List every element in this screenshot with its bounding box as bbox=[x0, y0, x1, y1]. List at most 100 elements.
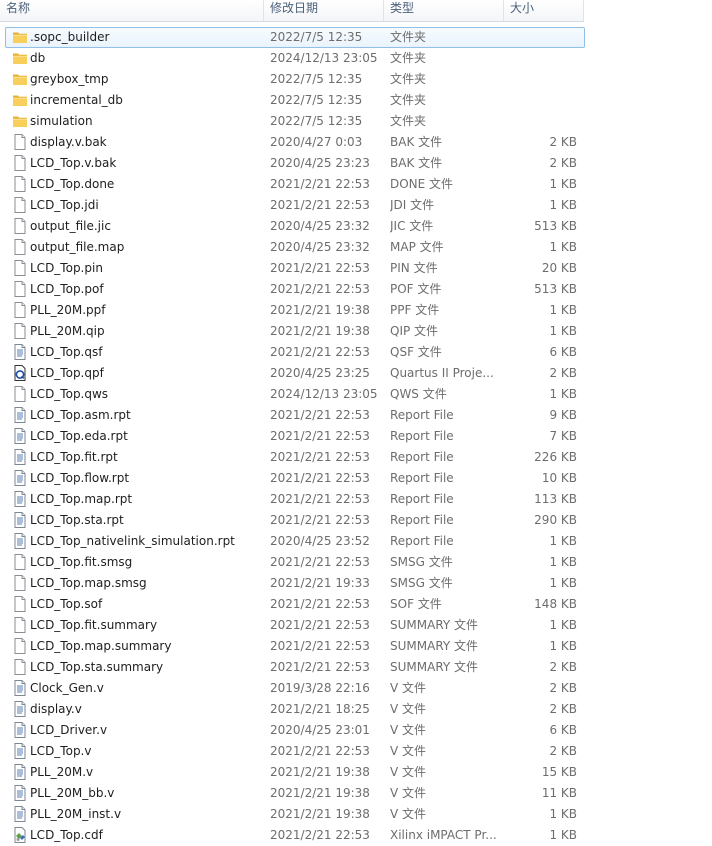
file-row[interactable]: LCD_Top.pin 2021/2/21 22:53 PIN 文件 20 KB bbox=[5, 258, 585, 279]
file-name: LCD_Top.map.smsg bbox=[30, 576, 147, 590]
file-row[interactable]: output_file.jic 2020/4/25 23:32 JIC 文件 513 … bbox=[5, 216, 585, 237]
file-size bbox=[506, 70, 577, 89]
text-file-icon bbox=[12, 743, 28, 759]
file-date: 2021/2/21 22:53 bbox=[270, 345, 370, 359]
column-header-name[interactable]: 名称 bbox=[0, 0, 264, 21]
file-type: BAK 文件 bbox=[390, 135, 443, 149]
file-row[interactable]: LCD_Top.asm.rpt 2021/2/21 22:53 Report Fil… bbox=[5, 405, 585, 426]
file-row[interactable]: LCD_Top.sta.rpt 2021/2/21 22:53 Report Fil… bbox=[5, 510, 585, 531]
file-row[interactable]: display.v.bak 2020/4/27 0:03 BAK 文件 2 KB bbox=[5, 132, 585, 153]
file-row[interactable]: PLL_20M.ppf 2021/2/21 19:38 PPF 文件 1 KB bbox=[5, 300, 585, 321]
file-icon bbox=[12, 617, 28, 633]
file-row[interactable]: LCD_Driver.v 2020/4/25 23:01 V 文件 6 KB bbox=[5, 720, 585, 741]
file-size: 1 KB bbox=[549, 828, 577, 842]
file-type: MAP 文件 bbox=[390, 240, 444, 254]
file-date: 2021/2/21 19:38 bbox=[270, 807, 370, 821]
file-row[interactable]: LCD_Top.flow.rpt 2021/2/21 22:53 Report Fi… bbox=[5, 468, 585, 489]
file-row[interactable]: LCD_Top_nativelink_simulation.rpt 2020/4/… bbox=[5, 531, 585, 552]
file-date: 2022/7/5 12:35 bbox=[270, 30, 363, 44]
file-date: 2021/2/21 22:53 bbox=[270, 639, 370, 653]
file-type: DONE 文件 bbox=[390, 177, 454, 191]
column-header-date[interactable]: 修改日期 bbox=[264, 0, 384, 21]
file-row[interactable]: LCD_Top.qsf 2021/2/21 22:53 QSF 文件 6 KB bbox=[5, 342, 585, 363]
file-type: Report File bbox=[390, 513, 454, 527]
file-date: 2020/4/27 0:03 bbox=[270, 135, 363, 149]
folder-row[interactable]: .sopc_builder 2022/7/5 12:35 文件夹 bbox=[5, 27, 585, 48]
file-row[interactable]: LCD_Top.v.bak 2020/4/25 23:23 BAK 文件 2 KB bbox=[5, 153, 585, 174]
file-date: 2021/2/21 22:53 bbox=[270, 744, 370, 758]
file-row[interactable]: LCD_Top.map.summary 2021/2/21 22:53 SUMMAR… bbox=[5, 636, 585, 657]
file-icon bbox=[12, 260, 28, 276]
file-size: 148 KB bbox=[534, 597, 577, 611]
file-row[interactable]: Clock_Gen.v 2019/3/28 22:16 V 文件 2 KB bbox=[5, 678, 585, 699]
column-header-size[interactable]: 大小 bbox=[504, 0, 584, 21]
file-size: 11 KB bbox=[541, 786, 577, 800]
file-row[interactable]: PLL_20M.qip 2021/2/21 19:38 QIP 文件 1 KB bbox=[5, 321, 585, 342]
file-date: 2021/2/21 22:53 bbox=[270, 282, 370, 296]
file-date: 2021/2/21 22:53 bbox=[270, 471, 370, 485]
file-name: LCD_Top.v bbox=[30, 744, 92, 758]
file-row[interactable]: LCD_Top.pof 2021/2/21 22:53 POF 文件 513 KB bbox=[5, 279, 585, 300]
file-type: V 文件 bbox=[390, 681, 427, 695]
file-date: 2021/2/21 18:25 bbox=[270, 702, 370, 716]
text-file-icon bbox=[12, 785, 28, 801]
file-name: output_file.map bbox=[30, 240, 125, 254]
file-icon bbox=[12, 659, 28, 675]
file-size bbox=[506, 49, 577, 68]
file-row[interactable]: LCD_Top.qws 2024/12/13 23:05 QWS 文件 1 KB bbox=[5, 384, 585, 405]
file-type: JDI 文件 bbox=[390, 198, 435, 212]
file-row[interactable]: LCD_Top.qpf 2020/4/25 23:25 Quartus II Pro… bbox=[5, 363, 585, 384]
file-size: 513 KB bbox=[534, 282, 577, 296]
file-type: QIP 文件 bbox=[390, 324, 439, 338]
file-type: SUMMARY 文件 bbox=[390, 618, 479, 632]
file-type: SUMMARY 文件 bbox=[390, 639, 479, 653]
file-row[interactable]: LCD_Top.sta.summary 2021/2/21 22:53 SUMMAR… bbox=[5, 657, 585, 678]
file-icon bbox=[12, 197, 28, 213]
file-date: 2021/2/21 22:53 bbox=[270, 198, 370, 212]
file-name: LCD_Top.jdi bbox=[30, 198, 99, 212]
column-header-type[interactable]: 类型 bbox=[384, 0, 504, 21]
file-size: 113 KB bbox=[534, 492, 577, 506]
file-row[interactable]: PLL_20M_bb.v 2021/2/21 19:38 V 文件 11 KB bbox=[5, 783, 585, 804]
file-row[interactable]: LCD_Top.map.rpt 2021/2/21 22:53 Report Fil… bbox=[5, 489, 585, 510]
file-row[interactable]: LCD_Top.eda.rpt 2021/2/21 22:53 Report Fil… bbox=[5, 426, 585, 447]
file-row[interactable]: display.v 2021/2/21 18:25 V 文件 2 KB bbox=[5, 699, 585, 720]
file-size bbox=[506, 91, 577, 110]
impact-file-icon bbox=[12, 827, 28, 843]
file-row[interactable]: LCD_Top.fit.smsg 2021/2/21 22:53 SMSG 文件 1 … bbox=[5, 552, 585, 573]
file-type: Report File bbox=[390, 408, 454, 422]
file-row[interactable]: LCD_Top.v 2021/2/21 22:53 V 文件 2 KB bbox=[5, 741, 585, 762]
file-row[interactable]: LCD_Top.done 2021/2/21 22:53 DONE 文件 1 KB bbox=[5, 174, 585, 195]
file-type: SMSG 文件 bbox=[390, 576, 453, 590]
file-size: 1 KB bbox=[549, 303, 577, 317]
folder-row[interactable]: incremental_db 2022/7/5 12:35 文件夹 bbox=[5, 90, 585, 111]
column-header-bar: 名称 修改日期 类型 大小 bbox=[0, 0, 584, 22]
file-size bbox=[506, 28, 577, 47]
file-icon bbox=[12, 134, 28, 150]
file-type: SMSG 文件 bbox=[390, 555, 453, 569]
text-file-icon bbox=[12, 722, 28, 738]
folder-row[interactable]: simulation 2022/7/5 12:35 文件夹 bbox=[5, 111, 585, 132]
text-file-icon bbox=[12, 680, 28, 696]
file-date: 2021/2/21 22:53 bbox=[270, 555, 370, 569]
folder-row[interactable]: db 2024/12/13 23:05 文件夹 bbox=[5, 48, 585, 69]
file-name: LCD_Top.qpf bbox=[30, 366, 104, 380]
file-row[interactable]: LCD_Top.cdf 2021/2/21 22:53 Xilinx iMPACT … bbox=[5, 825, 585, 846]
file-row[interactable]: LCD_Top.map.smsg 2021/2/21 19:33 SMSG 文件 1 … bbox=[5, 573, 585, 594]
file-row[interactable]: output_file.map 2020/4/25 23:32 MAP 文件 1 KB bbox=[5, 237, 585, 258]
file-row[interactable]: PLL_20M_inst.v 2021/2/21 19:38 V 文件 1 KB bbox=[5, 804, 585, 825]
file-name: display.v.bak bbox=[30, 135, 107, 149]
file-icon bbox=[12, 281, 28, 297]
file-row[interactable]: LCD_Top.fit.rpt 2021/2/21 22:53 Report Fil… bbox=[5, 447, 585, 468]
file-size: 1 KB bbox=[549, 177, 577, 191]
file-row[interactable]: LCD_Top.fit.summary 2021/2/21 22:53 SUMMAR… bbox=[5, 615, 585, 636]
file-type: Report File bbox=[390, 492, 454, 506]
file-size: 2 KB bbox=[549, 681, 577, 695]
file-row[interactable]: PLL_20M.v 2021/2/21 19:38 V 文件 15 KB bbox=[5, 762, 585, 783]
file-type: JIC 文件 bbox=[390, 219, 434, 233]
folder-row[interactable]: greybox_tmp 2022/7/5 12:35 文件夹 bbox=[5, 69, 585, 90]
file-name: LCD_Top.fit.summary bbox=[30, 618, 158, 632]
file-date: 2020/4/25 23:52 bbox=[270, 534, 370, 548]
file-row[interactable]: LCD_Top.jdi 2021/2/21 22:53 JDI 文件 1 KB bbox=[5, 195, 585, 216]
file-row[interactable]: LCD_Top.sof 2021/2/21 22:53 SOF 文件 148 KB bbox=[5, 594, 585, 615]
